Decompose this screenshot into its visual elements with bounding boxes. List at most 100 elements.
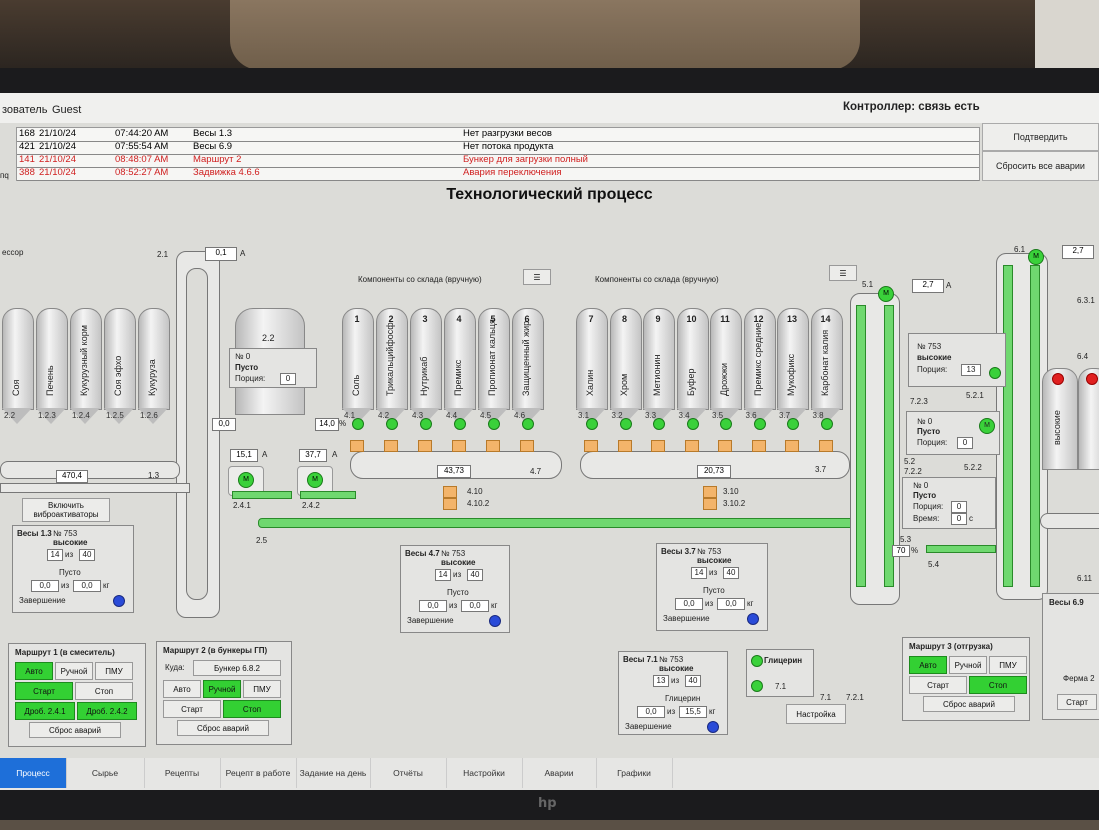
silos_right-silo-label: Буфер (685, 368, 696, 396)
route-manual-button[interactable]: Ручной (949, 656, 987, 674)
nav-tab[interactable]: Настройки (446, 758, 523, 788)
confirm-button[interactable]: Подтвердить (982, 123, 1099, 151)
route-where-select[interactable]: Бункер 6.8.2 (193, 660, 281, 676)
silos_right-silo-feeder-icon[interactable] (751, 440, 766, 452)
id-7-2-2: 7.2.2 (904, 467, 922, 476)
alarm-row[interactable]: 388 21/10/24 08:52:27 AM Задвижка 4.6.6 Авар… (17, 167, 979, 181)
elevator-5-1-motor-icon[interactable]: M (878, 286, 894, 302)
silos_right-silo-number: 7 (588, 314, 594, 324)
alarm-row[interactable]: 141 21/10/24 08:48:07 AM Маршрут 2 Бункер дл… (17, 154, 979, 168)
glycerin-settings-button[interactable]: Настройка (786, 704, 846, 724)
nav-tab[interactable]: Процесс (0, 758, 67, 788)
route-reset-button[interactable]: Сброс аварий (29, 722, 121, 738)
conveyor-6-11[interactable] (1040, 513, 1099, 529)
right-panel-0b-time-unit: с (969, 514, 973, 523)
silos_right-silo-feeder-icon[interactable] (684, 440, 699, 452)
route-stop-button[interactable]: Стоп (969, 676, 1027, 694)
nav-tab[interactable]: Отчёты (370, 758, 447, 788)
right-panel-0a-motor-icon[interactable]: M (979, 418, 995, 434)
silos_right-silo-feeder-icon[interactable] (785, 440, 799, 452)
silos_right-silo-feeder-icon[interactable] (584, 440, 598, 452)
route-manual-button[interactable]: Ручной (203, 680, 241, 698)
silos_mid-silo-feeder-icon[interactable] (384, 440, 398, 452)
scale-total: 40 (467, 569, 483, 581)
alarm-table[interactable]: 168 21/10/24 07:44:20 AM Весы 1.3 Нет разгру… (16, 127, 980, 181)
silos_mid-silo-status-icon (420, 418, 432, 430)
route-reset-button[interactable]: Сброс аварий (177, 720, 269, 736)
glycerin-label: Глицерин (764, 656, 803, 665)
silos_right-silo-label: Дрожжи (719, 362, 729, 396)
silos_right-silo-feeder-icon[interactable] (718, 440, 732, 452)
alarm-row[interactable]: 421 21/10/24 07:55:54 AM Весы 6.9 Нет потока… (17, 141, 979, 155)
nav-tab[interactable]: Задание на день (296, 758, 371, 788)
valve-3-10-2-icon[interactable] (703, 498, 717, 510)
silos_mid-silo-feeder-icon[interactable] (418, 440, 432, 452)
scale-unit: кг (491, 601, 498, 610)
warehouse-2-table-icon[interactable]: ☰ (829, 265, 857, 281)
elevator-6-1-id: 6.1 (1014, 245, 1026, 254)
route-reset-button[interactable]: Сброс аварий (923, 696, 1015, 712)
route-crusher-2-button[interactable]: Дроб. 2.4.2 (77, 702, 137, 720)
route-pmu-button[interactable]: ПМУ (95, 662, 133, 680)
valve-3-10-id: 3.10 (723, 487, 739, 496)
glycerin-panel[interactable]: Глицерин 7.1 (746, 649, 814, 697)
valve-4-10-2-icon[interactable] (443, 498, 457, 510)
silos_mid-silo-feeder-icon[interactable] (350, 440, 364, 452)
silos_mid-silo-label: Премикс (453, 359, 463, 396)
route-stop-button[interactable]: Стоп (223, 700, 281, 718)
nav-tab[interactable]: Рецепты (144, 758, 221, 788)
right-panel-753-id: 5.2.1 (966, 391, 984, 400)
route-auto-button[interactable]: Авто (15, 662, 53, 680)
silos_right-silo-feeder-icon[interactable] (617, 440, 632, 452)
scale-6-9-title: Весы 6.9 (1049, 598, 1084, 607)
silos_left-silo-label: Соя (11, 379, 21, 396)
scale-current: 14 (435, 569, 451, 581)
silo-6-4-a-alarm-icon (1052, 373, 1064, 385)
route-auto-button[interactable]: Авто (909, 656, 947, 674)
silos_right-silo-feeder-icon[interactable] (818, 440, 833, 452)
route-title: Маршрут 1 (в смеситель) (15, 648, 115, 657)
scale-7-1-panel: Весы 7.1 № 753 высокие 13 из 40 Глицерин 0,0 из 1… (618, 651, 728, 735)
silos_mid-silo-status-icon (386, 418, 398, 430)
alarm-date: 21/10/24 (39, 154, 76, 165)
scale-current: 14 (47, 549, 63, 561)
alarm-date: 21/10/24 (39, 141, 76, 152)
motor-2-4-2-icon[interactable]: M (307, 472, 323, 488)
nav-tab[interactable]: Сырье (66, 758, 145, 788)
nav-tab[interactable]: Рецепт в работе (220, 758, 297, 788)
valve-4-10-icon[interactable] (443, 486, 457, 498)
route-pmu-button[interactable]: ПМУ (989, 656, 1027, 674)
route-crusher-1-button[interactable]: Дроб. 2.4.1 (15, 702, 75, 720)
nav-tab[interactable]: Графики (596, 758, 673, 788)
motor-2-4-1-icon[interactable]: M (238, 472, 254, 488)
silos_right-silo-feeder-icon[interactable] (651, 440, 665, 452)
scale-state: Пусто (447, 588, 469, 597)
alarm-row[interactable]: 168 21/10/24 07:44:20 AM Весы 1.3 Нет разгру… (17, 128, 979, 142)
scale-of: из (709, 568, 718, 577)
row-fragment: пq (0, 171, 9, 180)
hopper-2-2-id: 2.2 (262, 333, 275, 343)
route-start-button[interactable]: Старт (909, 676, 967, 694)
route-start-button[interactable]: Старт (15, 682, 73, 700)
reset-all-alarms-button[interactable]: Сбросить все аварии (982, 151, 1099, 181)
valve-3-10-icon[interactable] (703, 486, 717, 498)
route-manual-button[interactable]: Ручной (55, 662, 93, 680)
vibro-activators-button[interactable]: Включить виброактиваторы (22, 498, 110, 522)
right-panel-753-portion-label: Порция: (917, 365, 948, 374)
scale-1-3-panel: Весы 1.3 № 753 высокие 14 из 40 Пусто 0,0 из 0,0 к… (12, 525, 134, 613)
warehouse-1-table-icon[interactable]: ☰ (523, 269, 551, 285)
silos_mid-silo-label: Защищенный жир (521, 320, 531, 396)
right-panel-753-mode: высокие (917, 353, 952, 362)
scale-6-9-start-button[interactable]: Старт (1057, 694, 1097, 710)
route-stop-button[interactable]: Стоп (75, 682, 133, 700)
scale-number: № 753 (697, 547, 722, 556)
nav-tab[interactable]: Аварии (522, 758, 597, 788)
silos_mid-silo-feeder-icon[interactable] (520, 440, 534, 452)
route-start-button[interactable]: Старт (163, 700, 221, 718)
silos_mid-silo-feeder-icon[interactable] (452, 440, 466, 452)
scale-total: 40 (723, 567, 739, 579)
silos_mid-silo-feeder-icon[interactable] (486, 440, 500, 452)
route-auto-button[interactable]: Авто (163, 680, 201, 698)
elevator-6-1-motor-icon[interactable]: M (1028, 249, 1044, 265)
route-pmu-button[interactable]: ПМУ (243, 680, 281, 698)
